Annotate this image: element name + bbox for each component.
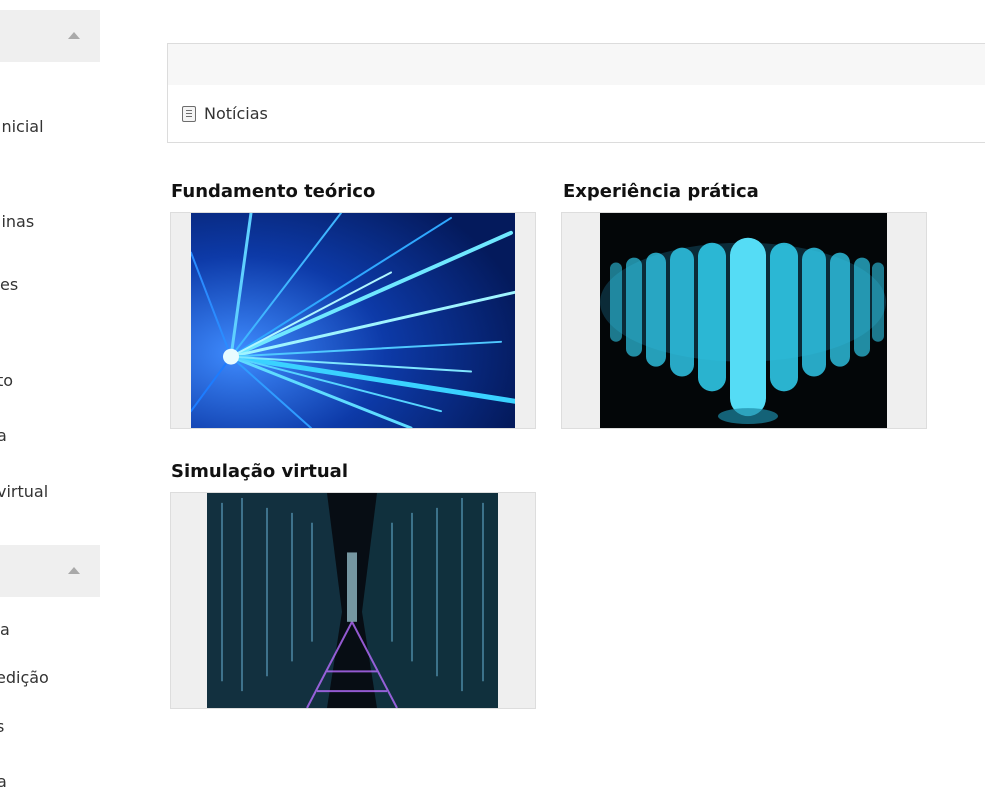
- sidebar-item[interactable]: es: [0, 275, 18, 294]
- sidebar: inicial linas es to a virtual a edição s…: [0, 0, 110, 788]
- sidebar-item[interactable]: linas: [0, 212, 34, 231]
- light-speed-image: [191, 213, 515, 428]
- document-list-icon: [182, 105, 196, 122]
- sidebar-item[interactable]: a: [0, 426, 7, 445]
- news-label: Notícias: [204, 104, 268, 123]
- card-simulacao-virtual[interactable]: [170, 492, 536, 709]
- sidebar-item[interactable]: a: [0, 620, 10, 639]
- sidebar-item[interactable]: to: [0, 371, 13, 390]
- test-tubes-image: [600, 213, 887, 428]
- sidebar-block-header[interactable]: [0, 10, 100, 62]
- card-title[interactable]: Simulação virtual: [171, 461, 348, 482]
- news-block-header: [168, 44, 985, 85]
- sidebar-item[interactable]: inicial: [0, 117, 44, 136]
- card-title[interactable]: Fundamento teórico: [171, 181, 375, 202]
- sidebar-item[interactable]: s: [0, 717, 4, 736]
- card-experiencia-pratica[interactable]: [561, 212, 927, 429]
- sidebar-item[interactable]: a: [0, 772, 7, 788]
- card-fundamento-teorico[interactable]: [170, 212, 536, 429]
- sidebar-item[interactable]: edição: [0, 668, 49, 687]
- sidebar-block-header[interactable]: [0, 545, 100, 597]
- collapse-caret-icon[interactable]: [68, 567, 80, 574]
- sidebar-item[interactable]: virtual: [0, 482, 48, 501]
- news-block: Notícias: [167, 43, 985, 143]
- news-link[interactable]: Notícias: [182, 104, 268, 123]
- circuit-city-image: [207, 493, 498, 708]
- collapse-caret-icon[interactable]: [68, 32, 80, 39]
- card-title[interactable]: Experiência prática: [563, 181, 759, 202]
